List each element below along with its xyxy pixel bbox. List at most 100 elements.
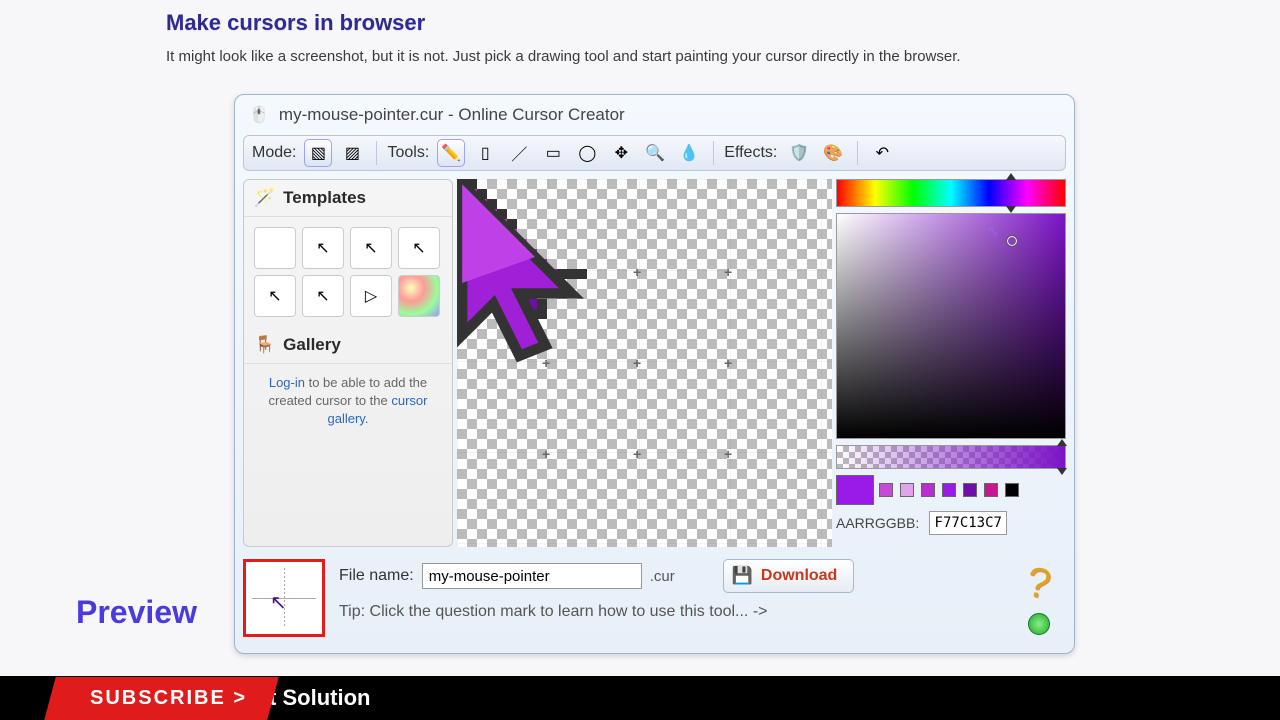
eyedropper-tool-button[interactable]: 💧 <box>675 139 703 167</box>
rect-icon: ▭ <box>546 143 561 163</box>
mode-overlay-button[interactable]: ▨ <box>338 139 366 167</box>
magnifier-icon: 🔍 <box>645 143 665 163</box>
effects-label: Effects: <box>724 144 777 162</box>
download-button[interactable]: 💾 Download <box>723 559 855 593</box>
titlebar: 🖱️ my-mouse-pointer.cur - Online Cursor … <box>235 95 1074 135</box>
saturation-box[interactable]: ↖ <box>836 213 1066 439</box>
move-tool-button[interactable]: ✥ <box>607 139 635 167</box>
wand-icon: 🪄 <box>254 188 275 208</box>
swatch[interactable] <box>984 483 998 497</box>
bottom-banner: SUBSCRIBE > t Solution <box>0 676 1280 720</box>
template-arrow-6[interactable]: ▷ <box>350 275 392 317</box>
move-icon: ✥ <box>615 143 628 163</box>
toolbar-separator <box>713 141 714 165</box>
templates-grid: ↖ ↖ ↖ ↖ ↖ ▷ <box>244 217 452 327</box>
pencil-tool-button[interactable]: ✏️ <box>437 139 465 167</box>
swatch-row <box>836 475 1066 505</box>
swatch[interactable] <box>1005 483 1019 497</box>
color-picker: ↖ AARRGGBB: <box>836 179 1066 547</box>
filename-label: File name: <box>339 567 414 585</box>
template-color[interactable] <box>398 275 440 317</box>
alpha-slider[interactable] <box>836 445 1066 469</box>
filename-column: File name: .cur 💾 Download Tip: Click th… <box>339 559 998 621</box>
ellipse-icon: ◯ <box>578 143 596 163</box>
swatch[interactable] <box>879 483 893 497</box>
templates-header-label: Templates <box>283 188 366 208</box>
toolbar: Mode: ▧ ▨ Tools: ✏️ ▯ ／ ▭ ◯ ✥ 🔍 💧 Effect… <box>243 135 1066 171</box>
toolbar-separator <box>857 141 858 165</box>
download-label: Download <box>761 567 837 585</box>
preview-box: ↖ <box>243 559 325 637</box>
effect-palette-button[interactable]: 🎨 <box>819 139 847 167</box>
shield-icon: 🛡️ <box>789 143 809 163</box>
login-link[interactable]: Log-in <box>269 375 305 390</box>
eyedropper-icon: 💧 <box>679 143 699 163</box>
swatch[interactable] <box>963 483 977 497</box>
cursor-shape-wrap <box>457 179 613 400</box>
hue-slider[interactable] <box>836 179 1066 207</box>
current-color[interactable] <box>836 475 874 505</box>
gallery-header: 🪑 Gallery <box>244 327 452 364</box>
save-icon: 💾 <box>732 566 753 586</box>
subscribe-button[interactable]: SUBSCRIBE > <box>44 677 279 720</box>
help-icon[interactable]: ? <box>1023 557 1054 608</box>
drawing-canvas[interactable]: + + + + + + + + + <box>457 179 832 547</box>
gallery-header-label: Gallery <box>283 335 341 355</box>
window-title: my-mouse-pointer.cur - Online Cursor Cre… <box>279 105 625 125</box>
swatch[interactable] <box>942 483 956 497</box>
swatch[interactable] <box>921 483 935 497</box>
template-arrow-2[interactable]: ↖ <box>350 227 392 269</box>
preview-label: Preview <box>76 594 197 631</box>
template-blank[interactable] <box>254 227 296 269</box>
app-window: 🖱️ my-mouse-pointer.cur - Online Cursor … <box>234 94 1075 654</box>
undo-button[interactable]: ↶ <box>868 139 896 167</box>
hue-handle-top[interactable] <box>1006 173 1016 180</box>
sidebar: 🪄 Templates ↖ ↖ ↖ ↖ ↖ ▷ 🪑 Gallery Log-in… <box>243 179 453 547</box>
mode-label: Mode: <box>252 144 296 162</box>
template-arrow-5[interactable]: ↖ <box>302 275 344 317</box>
hex-row: AARRGGBB: <box>836 511 1066 535</box>
feedback-icon[interactable] <box>1028 613 1050 635</box>
pencil-icon: ✏️ <box>441 143 461 163</box>
hue-handle-bottom[interactable] <box>1006 206 1016 213</box>
hex-label: AARRGGBB: <box>836 515 919 531</box>
template-arrow-1[interactable]: ↖ <box>302 227 344 269</box>
tip-text: Tip: Click the question mark to learn ho… <box>339 603 998 621</box>
saturation-handle[interactable] <box>1007 236 1017 246</box>
swatch-list <box>879 483 1019 497</box>
alpha-handle-bottom[interactable] <box>1057 468 1067 475</box>
subscribe-label: SUBSCRIBE > <box>90 687 247 710</box>
zoom-tool-button[interactable]: 🔍 <box>641 139 669 167</box>
page-heading: Make cursors in browser <box>166 10 425 36</box>
tools-label: Tools: <box>387 144 429 162</box>
line-icon: ／ <box>511 141 527 165</box>
template-arrow-3[interactable]: ↖ <box>398 227 440 269</box>
line-tool-button[interactable]: ／ <box>505 139 533 167</box>
footer: ↖ File name: .cur 💾 Download Tip: Click … <box>243 551 1066 631</box>
help-column: ? <box>1012 559 1066 635</box>
chair-icon: 🪑 <box>254 335 275 355</box>
filename-input[interactable] <box>422 563 642 589</box>
page-subtext: It might look like a screenshot, but it … <box>166 48 961 65</box>
filename-row: File name: .cur 💾 Download <box>339 559 998 593</box>
ellipse-tool-button[interactable]: ◯ <box>573 139 601 167</box>
cursor-indicator-icon: ↖ <box>987 222 1000 240</box>
mode-replace-button[interactable]: ▧ <box>304 139 332 167</box>
alpha-handle-top[interactable] <box>1057 439 1067 446</box>
rect-tool-button[interactable]: ▭ <box>539 139 567 167</box>
template-arrow-4[interactable]: ↖ <box>254 275 296 317</box>
templates-header: 🪄 Templates <box>244 180 452 217</box>
eraser-tool-button[interactable]: ▯ <box>471 139 499 167</box>
square-red-icon: ▨ <box>345 143 360 163</box>
cursor-icon: 🖱️ <box>249 105 269 125</box>
hex-input[interactable] <box>929 511 1007 535</box>
gallery-text-2: . <box>365 411 369 426</box>
solution-text: t Solution <box>269 685 370 711</box>
effect-shield-button[interactable]: 🛡️ <box>785 139 813 167</box>
palette-icon: 🎨 <box>823 143 843 163</box>
swatch[interactable] <box>900 483 914 497</box>
toolbar-separator <box>376 141 377 165</box>
eraser-icon: ▯ <box>481 143 490 163</box>
undo-icon: ↶ <box>876 143 889 163</box>
mini-cursor-icon: ↖ <box>270 590 287 615</box>
